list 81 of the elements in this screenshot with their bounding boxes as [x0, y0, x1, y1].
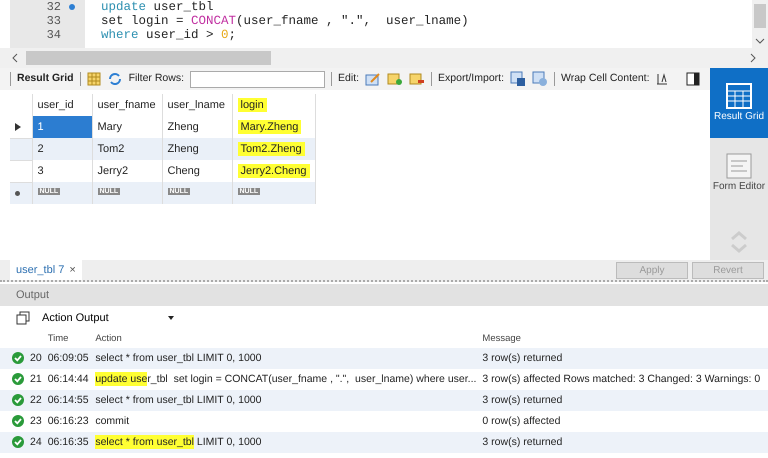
dropdown-caret-icon	[168, 316, 174, 320]
code-line: where user_id > 0;	[101, 28, 238, 42]
result-grid-label: Result Grid	[17, 71, 74, 86]
message-text: 0 row(s) affected	[482, 414, 560, 427]
line-number: 34	[46, 27, 61, 44]
scrollbar-thumb[interactable]	[26, 51, 271, 65]
column-header[interactable]: user_fname	[98, 98, 156, 111]
success-icon	[12, 372, 24, 385]
message-text: 3 row(s) affected Rows matched: 3 Changed: 3 Warnings: 0	[482, 372, 760, 385]
delete-row-icon	[409, 72, 426, 86]
pencil-icon	[365, 72, 382, 86]
column-header[interactable]: user_id	[38, 98, 74, 111]
table-cell: 3	[38, 164, 44, 177]
message-text: 3 row(s) returned	[482, 352, 562, 364]
success-icon	[12, 352, 24, 364]
action-text: commit	[95, 414, 130, 427]
copy-icon	[16, 311, 30, 325]
code-line: update user_tbl	[101, 0, 215, 14]
table-cell: Zheng	[168, 120, 199, 133]
table-cell: Mary	[98, 120, 122, 133]
row-number: 21	[30, 372, 42, 385]
panel-toggle-icon	[686, 72, 700, 86]
row-number: 20	[30, 352, 42, 364]
line-number: 32	[46, 0, 61, 16]
export-import-label: Export/Import:	[438, 71, 504, 86]
scroll-arrows-icon	[729, 230, 749, 254]
scroll-right-icon	[750, 53, 756, 63]
output-title: Output	[0, 284, 768, 306]
column-header[interactable]: login	[238, 98, 267, 112]
action-text: LIMIT 0, 1000	[196, 436, 262, 448]
filter-label: Filter Rows:	[128, 71, 184, 86]
row-number: 22	[30, 394, 42, 406]
line-number: 33	[46, 13, 61, 30]
table-cell: Tom2.Zheng	[238, 142, 305, 156]
column-header[interactable]: user_lname	[168, 98, 225, 111]
action-text: select * from user_tbl	[95, 434, 194, 449]
import-icon	[532, 71, 548, 87]
table-cell: Zheng	[168, 142, 199, 155]
filter-field[interactable]	[190, 70, 326, 88]
action-text: r_tbl set login = CONCAT(user_fname , ".", user_lname) where user...	[147, 372, 476, 385]
wrap-cell-content-label: Wrap Cell Content:	[561, 71, 650, 86]
scroll-left-icon	[12, 53, 18, 63]
table-cell: 1	[32, 116, 92, 138]
refresh-icon	[106, 72, 123, 86]
edit-label: Edit:	[338, 71, 360, 86]
code-line: set login = CONCAT(user_fname , ".", user_lname)	[101, 14, 470, 28]
new-row-icon	[15, 190, 20, 196]
scroll-down-icon	[755, 38, 765, 44]
result-tab[interactable]: user_tbl 7 ×	[10, 260, 82, 280]
grid-icon	[726, 83, 752, 110]
table-cell: Jerry2.Cheng	[238, 164, 310, 178]
export-icon	[510, 71, 526, 87]
view-tab[interactable]: Result Grid	[710, 68, 768, 138]
action-text: select * from user_tbl LIMIT 0, 1000	[95, 394, 262, 406]
table-cell: 2	[38, 142, 44, 155]
grid-icon	[86, 72, 101, 86]
action-text: select * from user_tbl LIMIT 0, 1000	[95, 352, 262, 364]
row-number: 24	[30, 436, 42, 448]
table-cell: Jerry2	[98, 164, 128, 177]
column-header[interactable]: Time	[48, 332, 68, 344]
message-text: 3 row(s) returned	[482, 394, 562, 406]
form-icon	[726, 153, 752, 180]
message-text: 3 row(s) returned	[482, 436, 562, 448]
table-cell: Tom2	[98, 142, 124, 155]
wrap-text-icon	[656, 73, 668, 85]
column-header[interactable]: Message	[482, 332, 521, 344]
success-icon	[12, 394, 24, 406]
time-cell: 06:09:05	[48, 352, 89, 364]
time-cell: 06:14:55	[48, 394, 89, 406]
time-cell: 06:16:35	[48, 436, 89, 448]
table-cell: Cheng	[168, 164, 200, 177]
scrollbar-thumb[interactable]	[754, 4, 766, 28]
success-icon	[12, 414, 24, 427]
column-header[interactable]: Action	[95, 332, 122, 344]
add-row-icon	[387, 72, 404, 86]
row-number: 23	[30, 414, 42, 427]
time-cell: 06:14:44	[48, 372, 89, 385]
time-cell: 06:16:23	[48, 414, 89, 427]
success-icon	[12, 436, 24, 448]
action-text: update use	[95, 372, 148, 386]
table-cell: Mary.Zheng	[238, 120, 302, 134]
